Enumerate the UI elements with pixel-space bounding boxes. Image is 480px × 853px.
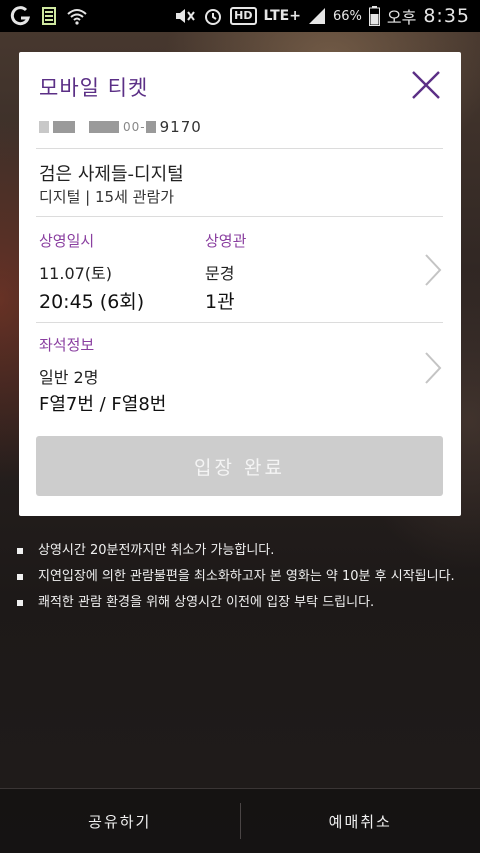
ticket-header: 모바일 티켓 <box>19 52 461 114</box>
theater-name: 문경 <box>205 264 235 283</box>
seat-detail-button[interactable] <box>423 350 443 386</box>
masked-digits <box>53 121 75 133</box>
showtime-date: 11.07(토) <box>39 264 113 283</box>
divider <box>36 148 443 149</box>
battery-icon <box>368 6 380 26</box>
wifi-icon <box>66 7 88 25</box>
signal-icon <box>308 7 326 25</box>
share-button[interactable]: 공유하기 <box>0 789 240 853</box>
booking-number-suffix: 9170 <box>159 118 202 136</box>
divider <box>36 216 443 217</box>
notice-item: 지연입장에 의한 관람불편을 최소화하고자 본 영화는 약 10분 후 시작됩니… <box>14 566 464 588</box>
showtime-time: 20:45 (6회) <box>39 291 145 313</box>
divider <box>36 322 443 323</box>
chevron-right-icon <box>425 352 442 384</box>
booking-number: 00- 9170 <box>39 118 202 136</box>
seat-type: 일반 2명 <box>39 368 99 387</box>
notice-list: 상영시간 20분전까지만 취소가 가능합니다. 지연입장에 의한 관람불편을 최… <box>14 540 464 618</box>
clock-ampm: 오후 <box>386 8 417 27</box>
masked-digits <box>39 121 49 133</box>
seat-numbers: F열7번 / F열8번 <box>39 394 167 415</box>
cancel-booking-button[interactable]: 예매취소 <box>241 789 480 853</box>
close-button[interactable] <box>409 68 443 102</box>
mute-icon <box>174 7 196 25</box>
battery-percent: 66% <box>332 8 362 24</box>
storage-icon <box>42 7 56 25</box>
masked-digits <box>145 121 156 133</box>
alarm-icon <box>203 6 223 26</box>
network-type: LTE+ <box>263 8 301 24</box>
movie-title: 검은 사제들-디지털 <box>39 164 184 185</box>
movie-format-rating: 디지털 | 15세 관람가 <box>39 188 175 206</box>
ticket-title: 모바일 티켓 <box>39 76 149 100</box>
notice-item: 쾌적한 관람 환경을 위해 상영시간 이전에 입장 부탁 드립니다. <box>14 592 464 614</box>
bottom-action-bar: 공유하기 예매취소 <box>0 788 480 853</box>
chevron-right-icon <box>425 254 442 286</box>
clock-time: 8:35 <box>423 5 470 27</box>
theater-label: 상영관 <box>205 232 247 250</box>
masked-digits <box>89 121 119 133</box>
seat-label: 좌석정보 <box>39 336 95 354</box>
entry-complete-button[interactable]: 입장 완료 <box>36 436 443 496</box>
theater-detail-button[interactable] <box>423 252 443 288</box>
notice-item: 상영시간 20분전까지만 취소가 가능합니다. <box>14 540 464 562</box>
status-bar: HD LTE+ 66% 오후 8:35 <box>0 0 480 32</box>
showtime-label: 상영일시 <box>39 232 95 250</box>
seat-info-block: 좌석정보 일반 2명 F열7번 / F열8번 <box>39 334 166 416</box>
carrier-icon <box>10 6 32 26</box>
mobile-ticket-card: 모바일 티켓 00- 9170 검은 사제들-디지털 디지털 | 15세 관람가… <box>19 52 461 516</box>
theater-block: 상영관 문경 1관 <box>205 230 246 314</box>
booking-number-mid: 00- <box>123 120 146 134</box>
theater-hall: 1관 <box>205 291 235 313</box>
close-icon <box>412 71 440 99</box>
hd-voice-badge: HD <box>230 7 257 25</box>
showtime-block: 상영일시 11.07(토) 20:45 (6회) <box>39 230 144 314</box>
